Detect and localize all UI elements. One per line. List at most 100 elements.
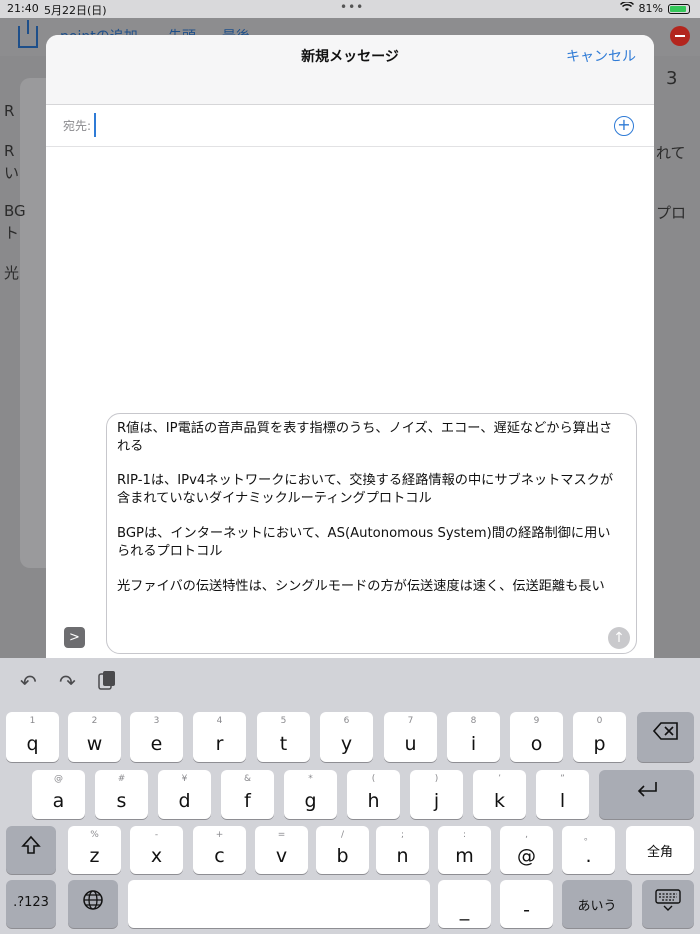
key-label: a <box>52 790 65 812</box>
key-label: @ <box>517 845 536 867</box>
background-text: れて <box>656 144 686 162</box>
key-sub-label: 7 <box>407 716 414 726</box>
key-sub-label: ’ <box>498 774 501 784</box>
key-label: 全角 <box>646 845 673 860</box>
key-s[interactable]: # s <box>95 770 148 819</box>
paste-icon[interactable] <box>98 670 116 695</box>
kana-key[interactable]: あいう <box>562 880 632 928</box>
key-label: s <box>116 790 127 812</box>
wifi-icon <box>619 0 634 15</box>
key-at[interactable]: , @ <box>500 826 553 874</box>
key-t[interactable]: 5t <box>257 712 310 762</box>
background-text: R <box>4 142 15 160</box>
background-text: 光 <box>4 264 20 282</box>
key-i[interactable]: 8i <box>447 712 500 762</box>
key-label: k <box>493 790 505 812</box>
background-text: い <box>4 164 20 182</box>
key-l[interactable]: ” l <box>536 770 589 819</box>
background-text: 3 <box>666 68 678 89</box>
battery-percent: 81% <box>638 2 663 15</box>
key-label: j <box>433 790 440 812</box>
key-label: v <box>275 845 288 867</box>
key-label: i <box>470 733 477 755</box>
key-d[interactable]: ¥ d <box>158 770 211 819</box>
cancel-button[interactable]: キャンセル <box>566 46 636 66</box>
key-u[interactable]: 7u <box>384 712 437 762</box>
key-sub-label: # <box>117 774 126 784</box>
key-label: x <box>150 845 163 867</box>
multitasking-dots-icon[interactable]: ••• <box>340 0 364 14</box>
key-sub-label: & <box>243 774 252 784</box>
return-key[interactable] <box>599 770 694 819</box>
shift-key[interactable] <box>6 826 56 874</box>
shift-icon <box>6 835 56 860</box>
key-sub-label: 4 <box>216 716 223 726</box>
key-j[interactable]: ) j <box>410 770 463 819</box>
redo-icon[interactable]: ↷ <box>59 670 76 694</box>
status-date: 5月22日(日) <box>44 4 107 17</box>
key-m[interactable]: :m <box>438 826 491 874</box>
globe-key[interactable] <box>68 880 118 928</box>
key-label: . <box>585 845 592 867</box>
key-r[interactable]: 4r <box>193 712 246 762</box>
sheet-title: 新規メッセージ <box>301 49 399 65</box>
key-n[interactable]: ; n <box>376 826 429 874</box>
recipient-label: 宛先: <box>63 119 92 133</box>
return-icon <box>599 779 694 803</box>
key-q[interactable]: 1q <box>6 712 59 762</box>
dismiss-keyboard-key[interactable] <box>642 880 694 928</box>
key-y[interactable]: 6y <box>320 712 373 762</box>
app-drawer-toggle-button[interactable]: > <box>64 627 85 648</box>
key-label: d <box>178 790 191 812</box>
key-x[interactable]: -x <box>130 826 183 874</box>
key-label: e <box>150 733 163 755</box>
key-c[interactable]: + c <box>193 826 246 874</box>
key-period[interactable]: 。. <box>562 826 615 874</box>
delete-icon <box>637 721 694 745</box>
key-sub-label: 3 <box>153 716 160 726</box>
key-label: g <box>304 790 317 812</box>
key-label: p <box>593 733 606 755</box>
key-b[interactable]: / b <box>316 826 369 874</box>
key-label: n <box>396 845 409 867</box>
message-paragraph: 光ファイバの伝送特性は、シングルモードの方が伝送速度は速く、伝送距離も長い <box>117 579 605 594</box>
backspace-key[interactable] <box>637 712 694 762</box>
space-key[interactable] <box>128 880 430 928</box>
key-label: - <box>523 899 530 921</box>
key-label: _ <box>459 899 470 921</box>
key-a[interactable]: @ a <box>32 770 85 819</box>
underscore-key[interactable]: _ <box>438 880 491 928</box>
key-label: w <box>86 733 103 755</box>
dash-key[interactable]: - <box>500 880 553 928</box>
status-time: 21:40 <box>7 2 39 15</box>
key-w[interactable]: 2w <box>68 712 121 762</box>
add-recipient-button[interactable]: + <box>614 116 634 136</box>
key-label: t <box>279 733 288 755</box>
message-input[interactable]: R値は、IP電話の音声品質を表す指標のうち、ノイズ、エコー、遅延などから算出され… <box>106 413 637 654</box>
key-f[interactable]: & f <box>221 770 274 819</box>
key-sub-label: 0 <box>596 716 603 726</box>
numbers-key[interactable]: .?123 <box>6 880 56 928</box>
key-h[interactable]: (h <box>347 770 400 819</box>
key-sub-label: @ <box>54 774 63 784</box>
background-text: BG <box>4 202 26 220</box>
key-g[interactable]: * g <box>284 770 337 819</box>
recipient-input[interactable] <box>94 113 574 137</box>
key-sub-label: + <box>215 830 224 840</box>
key-o[interactable]: 9o <box>510 712 563 762</box>
key-sub-label: , <box>525 830 528 840</box>
key-v[interactable]: = v <box>255 826 308 874</box>
close-icon <box>670 26 690 46</box>
key-sub-label: = <box>277 830 286 840</box>
undo-icon[interactable]: ↶ <box>20 670 37 694</box>
send-button[interactable]: ↑ <box>608 627 630 649</box>
key-k[interactable]: ’ k <box>473 770 526 819</box>
key-sub-label: ; <box>400 830 405 840</box>
key-p[interactable]: 0p <box>573 712 626 762</box>
key-sub-label: 。 <box>583 833 593 843</box>
zenkaku-key[interactable]: 全角 <box>626 826 694 874</box>
key-sub-label: 2 <box>91 716 98 726</box>
key-sub-label: % <box>90 830 99 840</box>
key-e[interactable]: 3e <box>130 712 183 762</box>
key-z[interactable]: % z <box>68 826 121 874</box>
